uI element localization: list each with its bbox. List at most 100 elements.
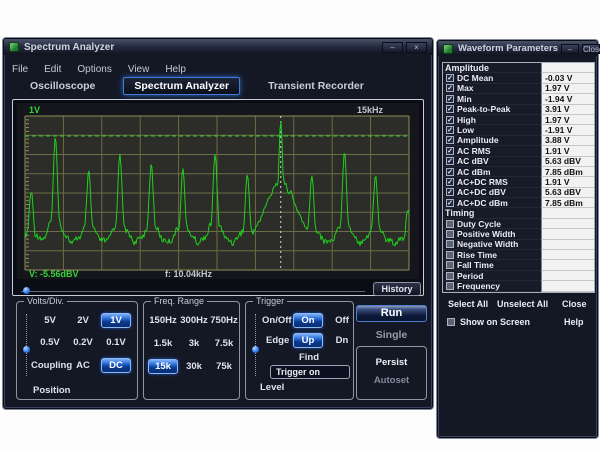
freq-button-30k[interactable]: 30k: [179, 361, 209, 372]
single-button[interactable]: Single: [356, 329, 427, 341]
volts-button-0-2v[interactable]: 0.2V: [68, 337, 98, 348]
minimize-button[interactable]: –: [382, 42, 403, 53]
checkbox-max[interactable]: ✓: [446, 84, 454, 92]
checkbox-fall-time[interactable]: [446, 261, 454, 269]
param-row: ✓Amplitude3.88 V: [443, 136, 594, 146]
param-row: Period: [443, 271, 594, 281]
autoset-button[interactable]: Autoset: [357, 375, 426, 386]
param-label-cell: ✓AC+DC dBm: [443, 198, 541, 208]
checkbox-period[interactable]: [446, 272, 454, 280]
freq-button-75k[interactable]: 75k: [209, 361, 239, 372]
run-button[interactable]: Run: [356, 305, 427, 322]
trigger-level-slider-handle[interactable]: [252, 346, 259, 353]
tab-oscilloscope[interactable]: Oscilloscope: [30, 80, 95, 92]
show-on-screen-checkbox[interactable]: [447, 318, 455, 326]
persist-button[interactable]: Persist: [357, 357, 426, 368]
param-label-cell: ✓AC RMS: [443, 146, 541, 156]
volts-button-2v[interactable]: 2V: [68, 315, 98, 326]
param-label-cell: ✓AC dBV: [443, 157, 541, 167]
unselect-all-button[interactable]: Unselect All: [497, 299, 548, 309]
spectrum-plot: [17, 103, 419, 279]
tab-spectrum-analyzer[interactable]: Spectrum Analyzer: [123, 77, 240, 95]
select-all-button[interactable]: Select All: [448, 299, 488, 309]
checkbox-high[interactable]: ✓: [446, 116, 454, 124]
parameters-list: Amplitude✓DC Mean-0.03 V✓Max1.97 V✓Min-1…: [442, 62, 595, 293]
checkbox-peak-to-peak[interactable]: ✓: [446, 105, 454, 113]
freq-button-3k[interactable]: 3k: [179, 338, 209, 349]
param-value: 5.63 dBV: [541, 188, 594, 198]
trigger-off-button[interactable]: Off: [327, 315, 357, 326]
checkbox-amplitude[interactable]: ✓: [446, 136, 454, 144]
trigger-on-field[interactable]: Trigger on: [270, 365, 350, 379]
coupling-button-ac[interactable]: AC: [68, 360, 98, 371]
trigger-on-button[interactable]: On: [293, 313, 323, 328]
param-value: 5.63 dBV: [541, 157, 594, 167]
params-minimize-button[interactable]: –: [561, 44, 579, 54]
edge-dn-button[interactable]: Dn: [327, 335, 357, 346]
params-close-button[interactable]: Close: [582, 44, 600, 54]
checkbox-low[interactable]: ✓: [446, 126, 454, 134]
checkbox-duty-cycle[interactable]: [446, 220, 454, 228]
volts-button-1v[interactable]: 1V: [101, 313, 131, 328]
params-titlebar[interactable]: Waveform Parameters – Close: [438, 41, 597, 56]
position-slider-handle[interactable]: [23, 346, 30, 353]
desktop: Spectrum Analyzer – × FileEditOptionsVie…: [0, 0, 600, 450]
volts-button-0-1v[interactable]: 0.1V: [101, 337, 131, 348]
freq-button-750hz[interactable]: 750Hz: [209, 315, 239, 326]
volts-div-group: Volts/Div. 5V2V1V0.5V0.2V0.1V Coupling A…: [16, 301, 138, 400]
history-button[interactable]: History: [373, 282, 421, 296]
freq-button-300hz[interactable]: 300Hz: [179, 315, 209, 326]
checkbox-rise-time[interactable]: [446, 251, 454, 259]
checkbox-frequency[interactable]: [446, 282, 454, 290]
param-row: Duty Cycle: [443, 219, 594, 229]
edge-up-button[interactable]: Up: [293, 333, 323, 348]
checkbox-positive-width[interactable]: [446, 230, 454, 238]
trigger-group-title: Trigger: [253, 296, 287, 307]
checkbox-negative-width[interactable]: [446, 240, 454, 248]
volts-button-5v[interactable]: 5V: [35, 315, 65, 326]
checkbox-ac-rms[interactable]: ✓: [446, 147, 454, 155]
param-label: Frequency: [457, 281, 500, 291]
param-label-cell: Fall Time: [443, 260, 541, 270]
checkbox-ac-dbm[interactable]: ✓: [446, 168, 454, 176]
checkbox-ac-dc-dbm[interactable]: ✓: [446, 199, 454, 207]
main-titlebar[interactable]: Spectrum Analyzer – ×: [4, 39, 432, 55]
param-label-cell: ✓High: [443, 115, 541, 125]
param-value: 3.88 V: [541, 136, 594, 146]
param-section-header: Amplitude: [443, 63, 594, 73]
horizontal-scroll-track[interactable]: [21, 291, 365, 292]
freq-button-1-5k[interactable]: 1.5k: [148, 338, 178, 349]
checkbox-dc-mean[interactable]: ✓: [446, 74, 454, 82]
param-label: AC dBV: [457, 157, 489, 167]
freq-button-15k[interactable]: 15k: [148, 359, 178, 374]
param-label: Period: [457, 271, 483, 281]
checkbox-ac-dc-dbv[interactable]: ✓: [446, 188, 454, 196]
checkbox-ac-dbv[interactable]: ✓: [446, 157, 454, 165]
window-buttons: – ×: [379, 42, 427, 53]
freq-button-150hz[interactable]: 150Hz: [148, 315, 178, 326]
param-value: [541, 250, 594, 260]
help-button[interactable]: Help: [564, 317, 584, 327]
param-row: Rise Time: [443, 250, 594, 260]
horizontal-slider-handle[interactable]: [23, 287, 30, 294]
coupling-button-dc[interactable]: DC: [101, 358, 131, 373]
param-label-cell: ✓Peak-to-Peak: [443, 105, 541, 115]
tab-transient-recorder[interactable]: Transient Recorder: [268, 80, 364, 92]
position-slider-track[interactable]: [26, 314, 27, 376]
param-label-cell: ✓Max: [443, 84, 541, 94]
volts-button-0-5v[interactable]: 0.5V: [35, 337, 65, 348]
param-label-cell: ✓DC Mean: [443, 73, 541, 83]
params-close-action[interactable]: Close: [562, 299, 587, 309]
close-button[interactable]: ×: [406, 42, 427, 53]
param-row: ✓AC dBV5.63 dBV: [443, 157, 594, 167]
checkbox-min[interactable]: ✓: [446, 95, 454, 103]
trigger-level-slider-track[interactable]: [255, 314, 256, 376]
param-label: Fall Time: [457, 260, 494, 270]
param-section-header: Timing: [443, 208, 594, 218]
freq-button-7-5k[interactable]: 7.5k: [209, 338, 239, 349]
checkbox-ac-dc-rms[interactable]: ✓: [446, 178, 454, 186]
param-label-cell: Timing: [443, 208, 541, 218]
param-row: ✓AC+DC RMS1.91 V: [443, 177, 594, 187]
trigger-find-button[interactable]: Find: [294, 352, 324, 363]
param-value: 1.91 V: [541, 177, 594, 187]
